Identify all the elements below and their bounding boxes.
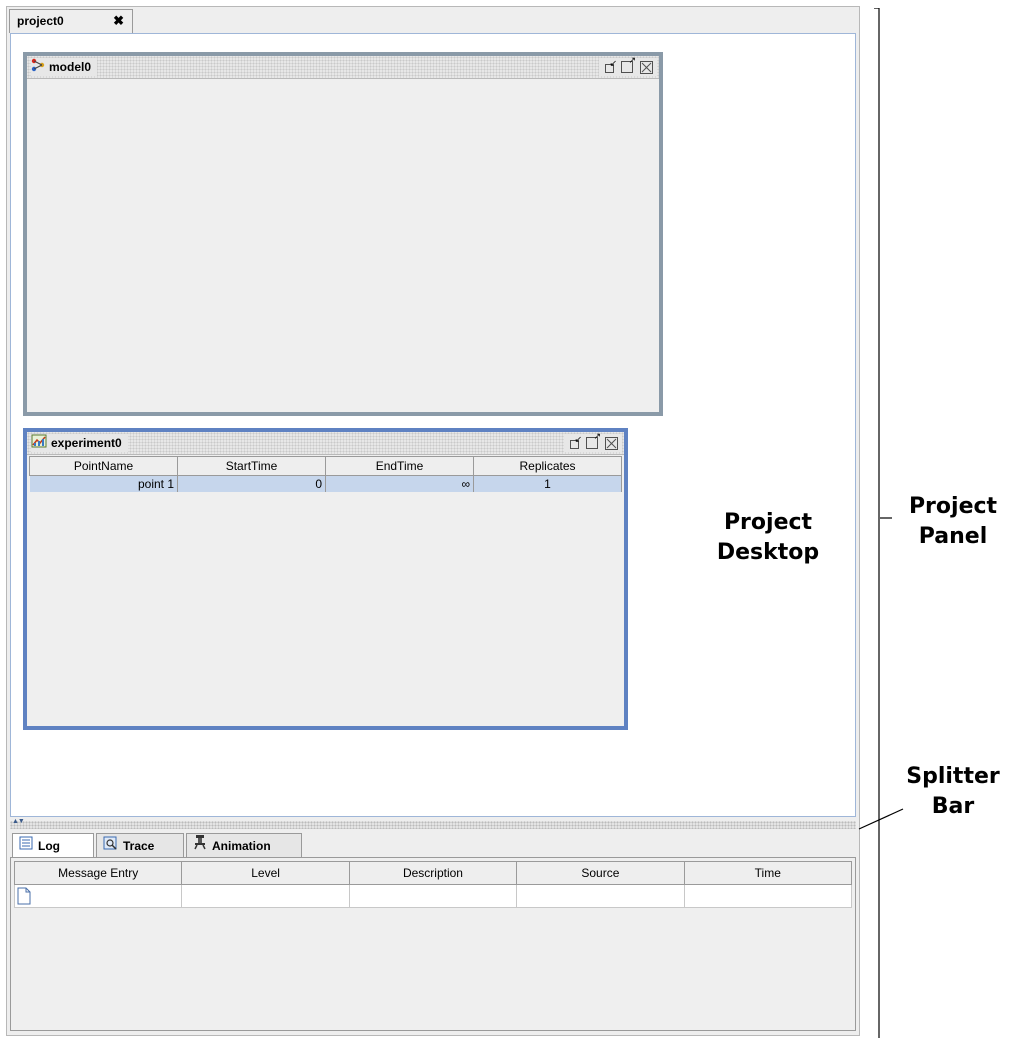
tab-log[interactable]: Log (12, 833, 94, 857)
tab-animation[interactable]: Animation (186, 833, 302, 857)
log-icon (19, 835, 33, 857)
experiment-table-container: PointName StartTime EndTime Replicates p… (29, 456, 622, 492)
column-header-description[interactable]: Description (348, 861, 518, 885)
cell-description[interactable] (348, 884, 518, 908)
cell-end-time[interactable]: ∞ (325, 475, 474, 492)
table-row[interactable]: point 1 0 ∞ 1 (29, 475, 622, 492)
experiment-window-title-text: experiment0 (51, 436, 122, 450)
log-panel: Message Entry Level Description Source T… (10, 857, 856, 1031)
cell-point-name[interactable]: point 1 (29, 475, 178, 492)
bottom-tab-strip: Log Trace Animation (10, 831, 856, 857)
minimize-icon[interactable]: ↙ (605, 59, 617, 73)
model-window-title: model0 (31, 58, 98, 77)
project-desktop-annotation: Project Desktop (698, 508, 838, 568)
column-header-message-entry[interactable]: Message Entry (13, 861, 183, 885)
project-tab-label: project0 (17, 14, 64, 28)
experiment-table-header: PointName StartTime EndTime Replicates (29, 456, 622, 476)
splitter-bar-annotation: Splitter Bar (898, 762, 1008, 822)
annotation-line: Project (908, 494, 998, 519)
project-panel-pointer (880, 517, 892, 519)
trace-icon (103, 835, 118, 857)
splitter-arrows-icon[interactable]: ▲▼ (12, 818, 25, 825)
project-tab-strip: project0 ✖ (7, 7, 859, 33)
cell-source[interactable] (516, 884, 685, 908)
project-desktop: model0 ↙ ↗ experiment0 ↙ ↗ PointName Sta… (10, 33, 856, 817)
annotation-line: Bar (931, 794, 975, 819)
column-header-end-time[interactable]: EndTime (325, 456, 474, 476)
cell-message-entry[interactable] (13, 884, 183, 908)
document-icon (15, 887, 181, 905)
annotation-line: Desktop (716, 540, 820, 565)
tab-log-label: Log (38, 838, 60, 853)
experiment-window[interactable]: experiment0 ↙ ↗ PointName StartTime EndT… (23, 428, 628, 730)
close-icon[interactable]: ✖ (113, 10, 124, 32)
annotation-line: Panel (918, 524, 988, 549)
experiment-window-buttons: ↙ ↗ (564, 432, 622, 452)
model-window-titlebar[interactable]: model0 ↙ ↗ (27, 56, 659, 79)
experiment-window-title: experiment0 (31, 434, 128, 452)
table-row[interactable] (13, 884, 853, 908)
column-header-point-name[interactable]: PointName (29, 456, 178, 476)
close-icon[interactable] (640, 60, 653, 74)
annotation-line: Project (723, 510, 813, 535)
log-table: Message Entry Level Description Source T… (13, 861, 853, 908)
column-header-source[interactable]: Source (516, 861, 685, 885)
model-window-title-text: model0 (49, 60, 92, 74)
maximize-icon[interactable]: ↗ (586, 432, 601, 449)
project-tab[interactable]: project0 ✖ (9, 9, 133, 33)
cell-start-time[interactable]: 0 (177, 475, 326, 492)
maximize-icon[interactable]: ↗ (621, 56, 636, 73)
model-icon (31, 58, 45, 77)
experiment-icon (31, 434, 47, 453)
project-panel-annotation: Project Panel (898, 492, 1008, 552)
column-header-level[interactable]: Level (181, 861, 350, 885)
animation-icon (193, 834, 207, 857)
column-header-time[interactable]: Time (683, 861, 853, 885)
splitter-bar[interactable]: ▲▼ (10, 818, 856, 829)
tab-animation-label: Animation (212, 838, 271, 853)
cell-time[interactable] (683, 884, 853, 908)
model-window-buttons: ↙ ↗ (599, 56, 657, 76)
experiment-table: PointName StartTime EndTime Replicates p… (29, 456, 622, 492)
close-icon[interactable] (605, 436, 618, 450)
minimize-icon[interactable]: ↙ (570, 435, 582, 449)
cell-replicates[interactable]: 1 (473, 475, 622, 492)
tab-trace-label: Trace (123, 838, 155, 853)
model-window[interactable]: model0 ↙ ↗ (23, 52, 663, 416)
column-header-replicates[interactable]: Replicates (473, 456, 622, 476)
column-header-start-time[interactable]: StartTime (177, 456, 326, 476)
log-table-header: Message Entry Level Description Source T… (13, 861, 853, 885)
experiment-window-titlebar[interactable]: experiment0 ↙ ↗ (27, 432, 624, 455)
tab-trace[interactable]: Trace (96, 833, 184, 857)
annotation-line: Splitter (906, 764, 1000, 789)
cell-level[interactable] (181, 884, 350, 908)
project-panel-bracket (874, 8, 880, 1038)
